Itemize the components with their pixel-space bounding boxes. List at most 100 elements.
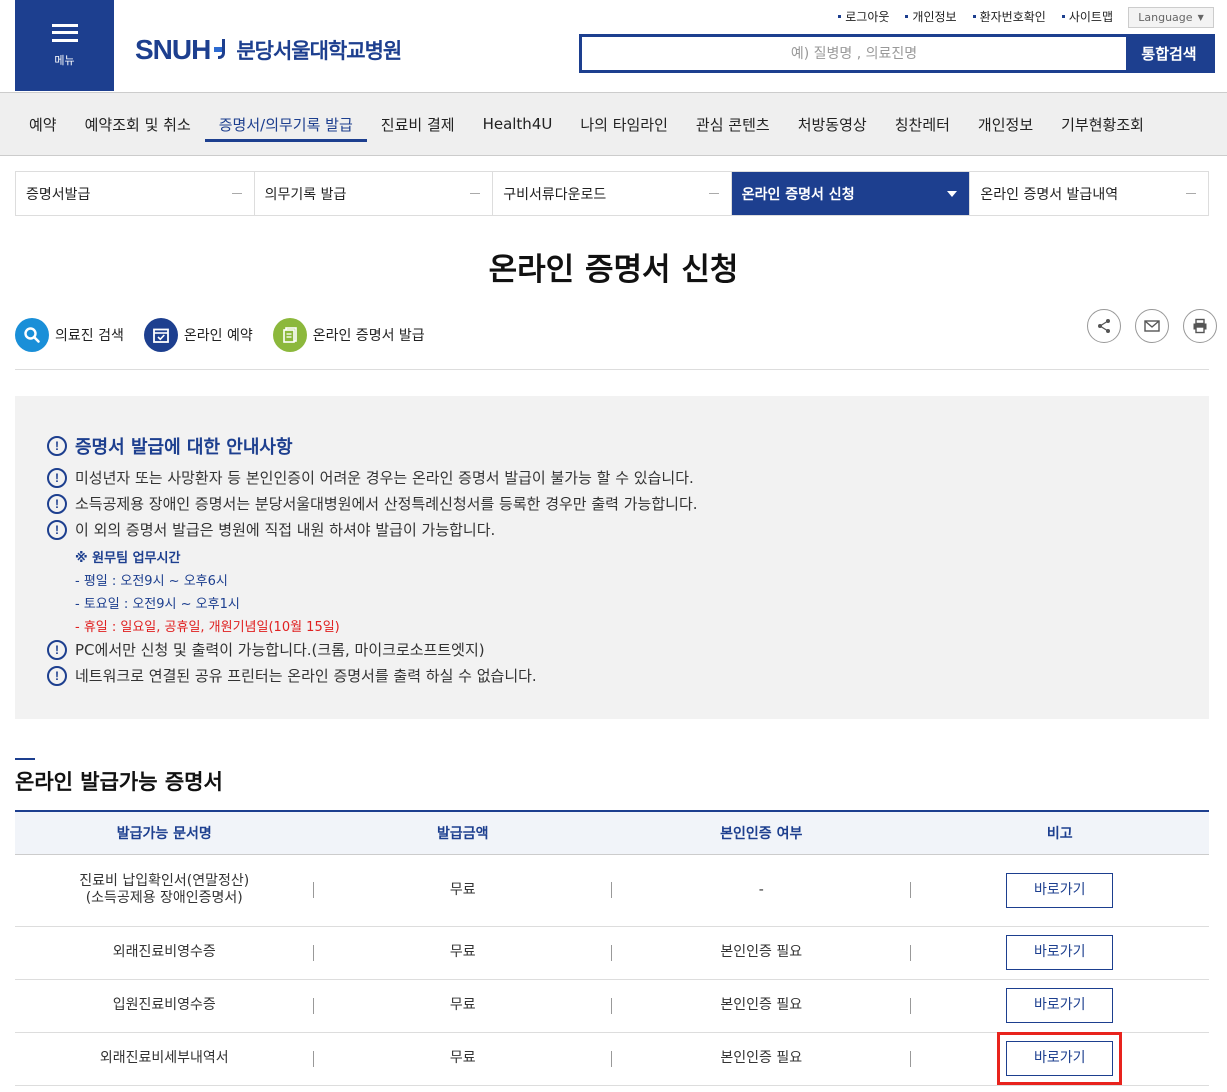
go-button[interactable]: 바로가기 [1006, 935, 1114, 970]
notice-title-row: ! 증명서 발급에 대한 안내사항 [47, 433, 293, 459]
logo-ko: 분당서울대학교병원 [236, 39, 402, 63]
tab-certificate-issue[interactable]: 증명서발급 [16, 172, 255, 215]
logo-mark-icon [214, 39, 228, 61]
privacy-link[interactable]: 개인정보 [905, 8, 956, 25]
nav-item-payment[interactable]: 진료비 결제 [367, 93, 469, 155]
search-input[interactable] [582, 37, 1126, 70]
go-button[interactable]: 바로가기 [1006, 988, 1114, 1023]
sitemap-link[interactable]: 사이트맵 [1062, 8, 1113, 25]
action-cell: 바로가기 [910, 854, 1209, 927]
divider [15, 369, 1209, 370]
notice-item: ! 미성년자 또는 사망환자 등 본인인증이 어려운 경우는 온라인 증명서 발… [47, 467, 694, 488]
nav-item-reservation-check[interactable]: 예약조회 및 취소 [71, 93, 205, 155]
print-icon[interactable] [1183, 309, 1217, 343]
document-name: 진료비 납입확인서(연말정산) (소득공제용 장애인증명서) [15, 854, 314, 927]
notice-item: ! PC에서만 신청 및 출력이 가능합니다.(크롬, 마이크로소프트엣지) [47, 639, 485, 660]
tab-online-certificate[interactable]: 온라인 증명서 신청 [731, 172, 971, 215]
dash-icon [708, 193, 719, 194]
action-cell: 바로가기 [910, 926, 1209, 980]
nav-item-contents[interactable]: 관심 콘텐츠 [682, 93, 784, 155]
notice-box: ! 증명서 발급에 대한 안내사항 ! 미성년자 또는 사망환자 등 본인인증이… [15, 396, 1209, 719]
go-button[interactable]: 바로가기 [1006, 872, 1114, 908]
hours-holiday: - 휴일 : 일요일, 공휴일, 개원기념일(10월 15일) [75, 620, 340, 635]
tab-document-download[interactable]: 구비서류다운로드 [493, 172, 732, 215]
logout-link[interactable]: 로그아웃 [838, 8, 889, 25]
tab-label: 온라인 증명서 발급내역 [980, 186, 1119, 203]
document-icon [272, 318, 307, 352]
nav-item-certificate[interactable]: 증명서/의무기록 발급 [204, 93, 367, 155]
doctor-search-link[interactable]: 의료진 검색 [15, 318, 124, 352]
document-name: 외래진료비영수증 [15, 926, 314, 980]
document-name-line: 진료비 납입확인서(연말정산) [79, 873, 250, 889]
notice-title: 증명서 발급에 대한 안내사항 [75, 437, 293, 458]
table-row: 진료비 납입확인서(연말정산) (소득공제용 장애인증명서) 무료 - 바로가기 [15, 854, 1209, 927]
nav-item-praise-letter[interactable]: 칭찬레터 [881, 93, 964, 155]
tab-medical-record[interactable]: 의무기록 발급 [255, 172, 494, 215]
alert-icon: ! [47, 436, 67, 456]
auth-required: 본인인증 필요 [612, 1032, 911, 1086]
nav-item-timeline[interactable]: 나의 타임라인 [566, 93, 682, 155]
auth-required: 본인인증 필요 [612, 926, 911, 980]
nav-item-donation[interactable]: 기부현황조회 [1047, 93, 1158, 155]
tab-label: 온라인 증명서 신청 [741, 186, 855, 203]
share-icon[interactable] [1087, 309, 1121, 343]
dash-icon [470, 193, 481, 194]
sub-tabs: 증명서발급 의무기록 발급 구비서류다운로드 온라인 증명서 신청 온라인 증명… [15, 171, 1209, 216]
fee: 무료 [313, 979, 612, 1033]
menu-button[interactable]: 메뉴 [15, 0, 114, 91]
table-row: 입원진료비영수증 무료 본인인증 필요 바로가기 [15, 979, 1209, 1033]
document-name-line: (소득공제용 장애인증명서) [85, 890, 243, 906]
tab-label: 증명서발급 [26, 186, 91, 203]
search-button[interactable]: 통합검색 [1126, 37, 1212, 70]
alert-icon: ! [47, 493, 67, 514]
mail-icon[interactable] [1135, 309, 1169, 343]
action-cell: 바로가기 [910, 979, 1209, 1033]
notice-text: 소득공제용 장애인 증명서는 분당서울대병원에서 산정특례신청서를 등록한 경우… [75, 495, 698, 513]
logo-en: SNUH [135, 34, 211, 65]
calendar-icon [143, 318, 178, 352]
alert-icon: ! [47, 665, 67, 686]
search-bar: 통합검색 [579, 34, 1215, 73]
quick-link-label: 의료진 검색 [55, 328, 124, 344]
quick-link-label: 온라인 예약 [183, 328, 253, 344]
fee: 무료 [313, 926, 612, 980]
section-accent [15, 758, 35, 760]
dash-icon [1185, 193, 1196, 194]
language-label: Language [1138, 11, 1193, 24]
main-nav: 예약 예약조회 및 취소 증명서/의무기록 발급 진료비 결제 Health4U… [0, 92, 1227, 156]
language-select[interactable]: Language ▼ [1128, 7, 1214, 28]
search-icon [15, 318, 49, 352]
nav-item-health4u[interactable]: Health4U [469, 93, 567, 155]
table-header-row: 발급가능 문서명 발급금액 본인인증 여부 비고 [15, 811, 1209, 855]
notice-item: ! 이 외의 증명서 발급은 병원에 직접 내원 하셔야 발급이 가능합니다. [47, 519, 495, 540]
notice-text: 이 외의 증명서 발급은 병원에 직접 내원 하셔야 발급이 가능합니다. [75, 521, 496, 539]
table-row: 외래진료비세부내역서 무료 본인인증 필요 바로가기 [15, 1032, 1209, 1086]
fee: 무료 [313, 854, 612, 927]
document-name: 외래진료비세부내역서 [15, 1032, 314, 1086]
online-certificate-link[interactable]: 온라인 증명서 발급 [272, 318, 425, 352]
hours-title: ※ 원무팀 업무시간 [75, 551, 181, 566]
auth-required: 본인인증 필요 [612, 979, 911, 1033]
action-cell: 바로가기 [910, 1032, 1209, 1086]
quick-link-label: 온라인 증명서 발급 [312, 328, 425, 344]
nav-item-prescription-video[interactable]: 처방동영상 [784, 93, 881, 155]
tab-online-history[interactable]: 온라인 증명서 발급내역 [970, 172, 1208, 215]
logo[interactable]: SNUH 분당서울대학교병원 [135, 34, 402, 66]
online-reservation-link[interactable]: 온라인 예약 [143, 318, 253, 352]
notice-text: 미성년자 또는 사망환자 등 본인인증이 어려운 경우는 온라인 증명서 발급이… [75, 469, 694, 487]
section-title: 온라인 발급가능 증명서 [15, 770, 223, 794]
menu-label: 메뉴 [54, 53, 75, 67]
column-header: 비고 [910, 811, 1209, 855]
nav-item-personal-info[interactable]: 개인정보 [964, 93, 1047, 155]
patient-number-link[interactable]: 환자번호확인 [973, 8, 1046, 25]
quick-links: 의료진 검색 온라인 예약 온라인 증명서 발급 [15, 318, 425, 352]
alert-icon: ! [47, 639, 67, 660]
hours-weekday: - 평일 : 오전9시 ~ 오후6시 [75, 574, 228, 589]
utility-links: 로그아웃 개인정보 환자번호확인 사이트맵 [838, 8, 1113, 25]
caret-down-icon: ▼ [1197, 13, 1204, 22]
column-header: 본인인증 여부 [612, 811, 911, 855]
nav-item-reservation[interactable]: 예약 [15, 93, 71, 155]
alert-icon: ! [47, 519, 67, 540]
go-button-highlighted[interactable]: 바로가기 [997, 1032, 1123, 1085]
notice-item: ! 소득공제용 장애인 증명서는 분당서울대병원에서 산정특례신청서를 등록한 … [47, 493, 698, 514]
